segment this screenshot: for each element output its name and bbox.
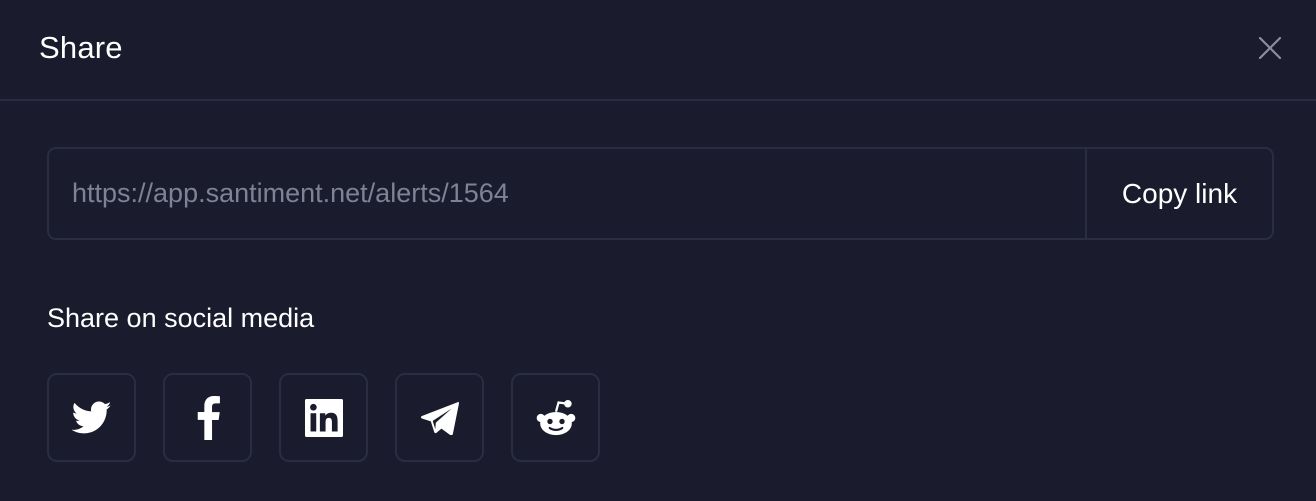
- close-button[interactable]: [1254, 32, 1286, 64]
- share-twitter-button[interactable]: [47, 373, 136, 462]
- share-telegram-button[interactable]: [395, 373, 484, 462]
- share-reddit-button[interactable]: [511, 373, 600, 462]
- share-dialog: Share Copy link Share on social media: [0, 0, 1316, 501]
- dialog-title: Share: [39, 30, 123, 65]
- linkedin-icon: [304, 398, 343, 437]
- facebook-icon: [197, 395, 220, 440]
- copy-link-button[interactable]: Copy link: [1085, 149, 1272, 238]
- close-icon: [1258, 36, 1282, 60]
- dialog-header: Share: [0, 0, 1316, 101]
- twitter-icon: [71, 401, 111, 433]
- share-link-input[interactable]: [49, 149, 1085, 238]
- share-facebook-button[interactable]: [163, 373, 252, 462]
- share-linkedin-button[interactable]: [279, 373, 368, 462]
- telegram-icon: [420, 401, 459, 435]
- social-buttons: [47, 373, 600, 462]
- reddit-icon: [536, 399, 575, 435]
- share-link-field: Copy link: [47, 147, 1274, 240]
- social-media-heading: Share on social media: [47, 303, 315, 333]
